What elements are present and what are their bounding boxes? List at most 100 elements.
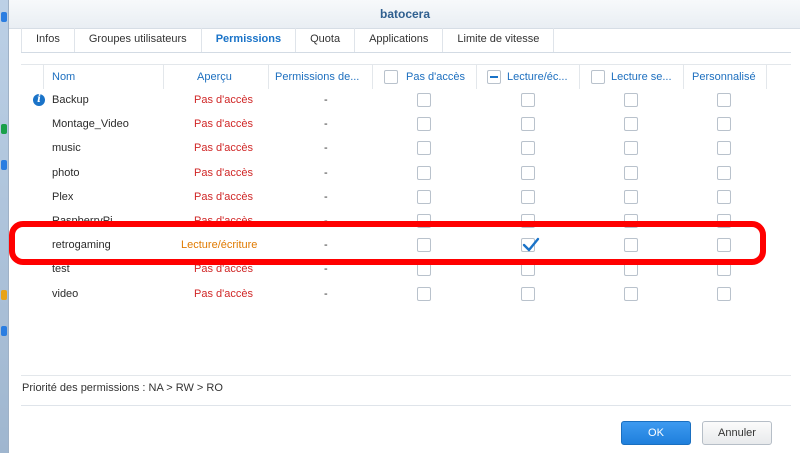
- desktop-icon-fragment: [1, 12, 7, 22]
- checkbox-pas-acces[interactable]: [417, 238, 431, 253]
- permission-source: -: [324, 142, 328, 155]
- checkbox-pas-acces[interactable]: [417, 165, 431, 180]
- header-apercu[interactable]: Aperçu: [197, 65, 232, 89]
- share-permissions-dialog: batocera Infos Groupes utilisateurs Perm…: [8, 0, 800, 453]
- checkbox-personnalise[interactable]: [717, 93, 731, 107]
- ok-button[interactable]: OK: [621, 421, 691, 445]
- desktop-icon-fragment: [1, 326, 7, 336]
- checkbox-lecture-seule[interactable]: [624, 238, 638, 253]
- permission-source: -: [324, 215, 328, 227]
- header-nom[interactable]: Nom: [52, 65, 75, 89]
- checkbox-lecture-ecriture[interactable]: [521, 93, 535, 107]
- checkbox-personnalise[interactable]: [717, 141, 731, 156]
- checkbox-pas-acces[interactable]: [417, 286, 431, 301]
- checkbox-personnalise[interactable]: [717, 214, 731, 228]
- checkbox-pas-acces[interactable]: [417, 262, 431, 277]
- background-window-strip: [0, 0, 8, 453]
- checkbox-personnalise[interactable]: [717, 117, 731, 132]
- table-row[interactable]: photo Pas d'accès -: [21, 161, 791, 185]
- cancel-button[interactable]: Annuler: [702, 421, 772, 445]
- permission-preview: Lecture/écriture: [181, 239, 258, 252]
- desktop-icon-fragment: [1, 290, 7, 300]
- checkbox-lecture-seule[interactable]: [624, 141, 638, 156]
- checkbox-pas-acces[interactable]: [417, 141, 431, 156]
- share-name: Montage_Video: [52, 118, 129, 131]
- header-permissions-de[interactable]: Permissions de...: [275, 65, 371, 89]
- table-row[interactable]: test Pas d'accès -: [21, 257, 791, 281]
- table-row[interactable]: music Pas d'accès -: [21, 136, 791, 160]
- tab-limite-de-vitesse[interactable]: Limite de vitesse: [443, 28, 555, 52]
- checkbox-personnalise[interactable]: [717, 238, 731, 253]
- checkbox-pas-acces[interactable]: [417, 189, 431, 204]
- header-checkbox-lecture-ecriture[interactable]: [487, 70, 501, 84]
- tab-applications[interactable]: Applications: [355, 28, 444, 52]
- header-checkbox-pas-acces[interactable]: [384, 70, 398, 84]
- table-row[interactable]: Plex Pas d'accès -: [21, 185, 791, 209]
- table-row[interactable]: video Pas d'accès -: [21, 282, 791, 306]
- checkbox-personnalise[interactable]: [717, 189, 731, 204]
- permission-preview: Pas d'accès: [194, 166, 253, 179]
- permission-source: -: [324, 287, 328, 300]
- table-row[interactable]: i Backup Pas d'accès -: [21, 88, 791, 112]
- header-personnalise[interactable]: Personnalisé: [692, 65, 756, 89]
- permission-preview: Pas d'accès: [194, 190, 253, 203]
- checkbox-lecture-ecriture[interactable]: [521, 286, 535, 301]
- checkbox-lecture-seule[interactable]: [624, 165, 638, 180]
- permission-priority-note: Priorité des permissions : NA > RW > RO: [22, 382, 223, 394]
- permission-source: -: [324, 239, 328, 252]
- permission-source: -: [324, 263, 328, 276]
- share-name: test: [52, 263, 70, 276]
- checkbox-lecture-ecriture[interactable]: [521, 214, 535, 228]
- checkbox-lecture-ecriture[interactable]: [521, 262, 535, 277]
- checkbox-pas-acces[interactable]: [417, 214, 431, 228]
- header-lecture-ecriture[interactable]: Lecture/éc...: [507, 65, 577, 89]
- share-name: RaspberryPi: [52, 215, 113, 227]
- checkbox-lecture-ecriture[interactable]: [521, 141, 535, 156]
- table-row[interactable]: retrogaming Lecture/écriture -: [21, 233, 791, 257]
- permission-source: -: [324, 118, 328, 131]
- tab-quota[interactable]: Quota: [296, 28, 356, 52]
- permission-preview: Pas d'accès: [194, 263, 253, 276]
- tab-bar: Infos Groupes utilisateurs Permissions Q…: [21, 28, 791, 53]
- checkbox-lecture-seule[interactable]: [624, 189, 638, 204]
- permission-preview: Pas d'accès: [194, 287, 253, 300]
- checkbox-personnalise[interactable]: [717, 262, 731, 277]
- checkbox-lecture-seule[interactable]: [624, 262, 638, 277]
- header-lecture-seule[interactable]: Lecture se...: [611, 65, 681, 89]
- table-header: Nom Aperçu Permissions de... Pas d'accès…: [21, 65, 791, 89]
- permission-preview: Pas d'accès: [194, 215, 253, 227]
- desktop-icon-fragment: [1, 124, 7, 134]
- permissions-table: Nom Aperçu Permissions de... Pas d'accès…: [21, 64, 791, 315]
- checkbox-lecture-ecriture[interactable]: [521, 237, 540, 253]
- checkbox-lecture-seule[interactable]: [624, 117, 638, 132]
- permission-preview: Pas d'accès: [194, 118, 253, 131]
- permission-preview: Pas d'accès: [194, 142, 253, 155]
- share-name: video: [52, 287, 79, 300]
- checkbox-lecture-ecriture[interactable]: [521, 189, 535, 204]
- tab-permissions[interactable]: Permissions: [202, 28, 297, 52]
- share-name: music: [52, 142, 81, 155]
- checkbox-lecture-seule[interactable]: [624, 286, 638, 301]
- checkbox-lecture-ecriture[interactable]: [521, 117, 535, 132]
- checkbox-personnalise[interactable]: [717, 286, 731, 301]
- checkbox-lecture-seule[interactable]: [624, 214, 638, 228]
- header-pas-acces[interactable]: Pas d'accès: [406, 65, 465, 89]
- checkbox-lecture-ecriture[interactable]: [521, 165, 535, 180]
- share-name: Backup: [52, 94, 89, 106]
- tab-groupes-utilisateurs[interactable]: Groupes utilisateurs: [75, 28, 202, 52]
- dialog-title: batocera: [9, 0, 800, 29]
- checkbox-personnalise[interactable]: [717, 165, 731, 180]
- permission-source: -: [324, 190, 328, 203]
- checkbox-lecture-seule[interactable]: [624, 93, 638, 107]
- checkbox-pas-acces[interactable]: [417, 117, 431, 132]
- info-icon[interactable]: i: [33, 94, 45, 106]
- checkbox-pas-acces[interactable]: [417, 93, 431, 107]
- tab-infos[interactable]: Infos: [21, 28, 75, 52]
- permission-preview: Pas d'accès: [194, 94, 253, 106]
- header-checkbox-lecture-seule[interactable]: [591, 70, 605, 84]
- share-name: Plex: [52, 190, 74, 203]
- permission-source: -: [324, 94, 328, 106]
- desktop-icon-fragment: [1, 160, 7, 170]
- table-row[interactable]: RaspberryPi Pas d'accès -: [21, 209, 791, 233]
- table-row[interactable]: Montage_Video Pas d'accès -: [21, 112, 791, 136]
